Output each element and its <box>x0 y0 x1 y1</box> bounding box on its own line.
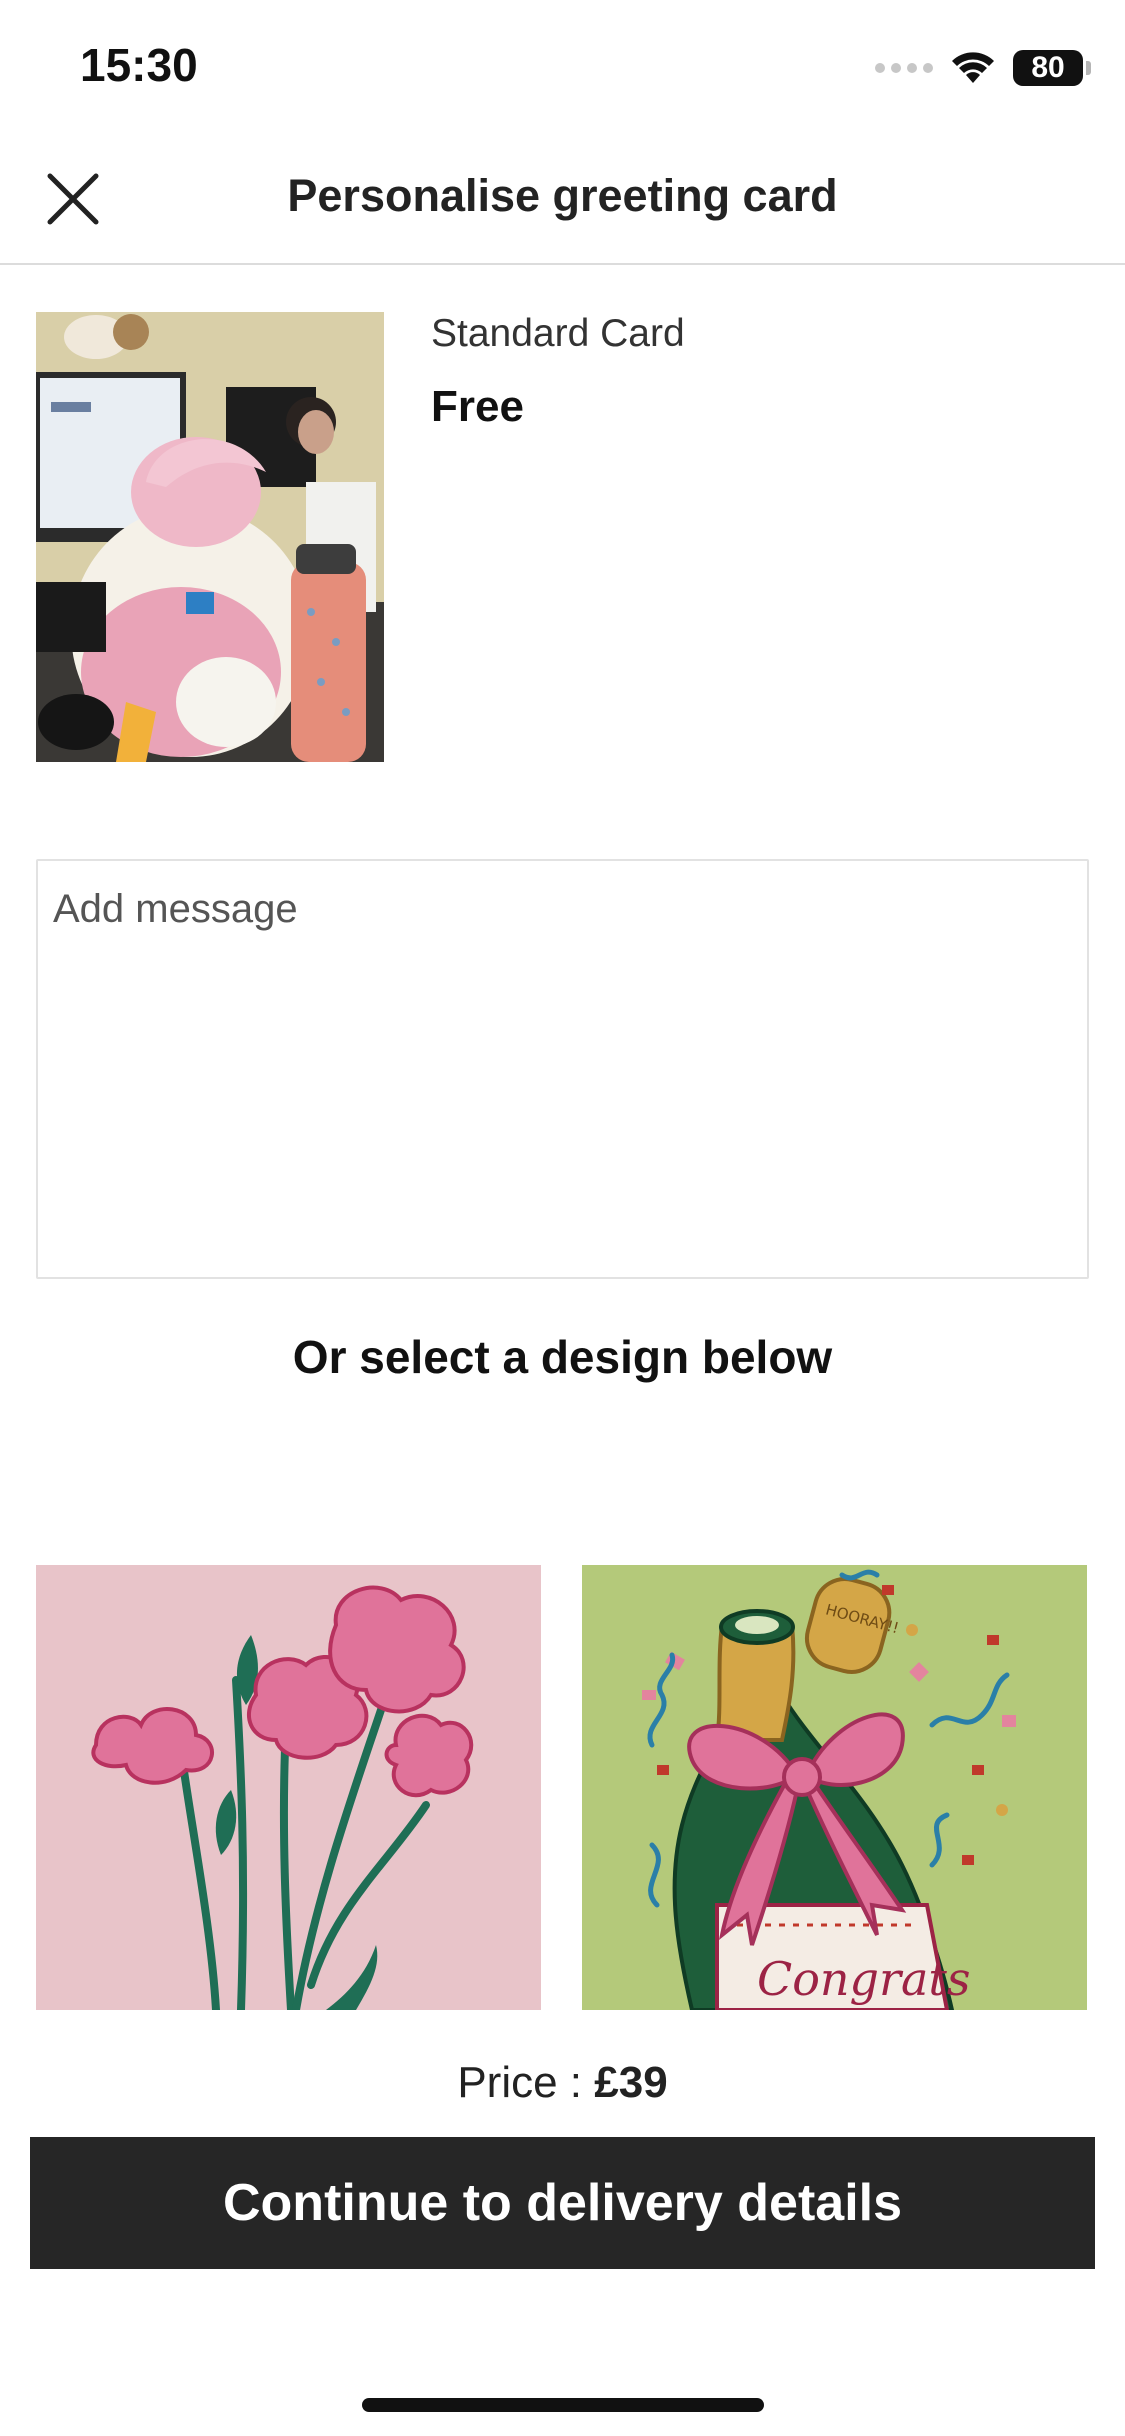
card-type-label: Standard Card <box>431 312 685 355</box>
wifi-icon <box>952 52 994 83</box>
continue-to-delivery-button[interactable]: Continue to delivery details <box>30 2137 1095 2269</box>
status-time: 15:30 <box>80 39 198 91</box>
battery-level: 80 <box>1031 51 1065 84</box>
label-text: Congrats <box>757 1952 970 2006</box>
header: Personalise greeting card <box>0 140 1125 265</box>
card-price: Free <box>431 382 524 431</box>
designs-heading: Or select a design below <box>292 1331 833 1383</box>
design-option-champagne[interactable]: HOORAY!! Congrats <box>582 1565 1087 2010</box>
home-indicator[interactable] <box>362 2398 764 2412</box>
status-icons: 80 <box>875 46 1091 90</box>
design-option-carnations[interactable] <box>36 1565 541 2010</box>
battery-icon: 80 <box>1013 50 1091 86</box>
page-title: Personalise greeting card <box>287 170 838 221</box>
status-bar: 15:30 80 <box>0 0 1125 140</box>
message-input[interactable] <box>36 859 1089 1279</box>
price-label: Price : <box>457 2058 595 2107</box>
card-photo <box>36 312 384 762</box>
signal-dots-icon <box>875 63 933 73</box>
price-value: £39 <box>594 2058 668 2107</box>
total-price: Price : £39 <box>0 2058 1125 2108</box>
